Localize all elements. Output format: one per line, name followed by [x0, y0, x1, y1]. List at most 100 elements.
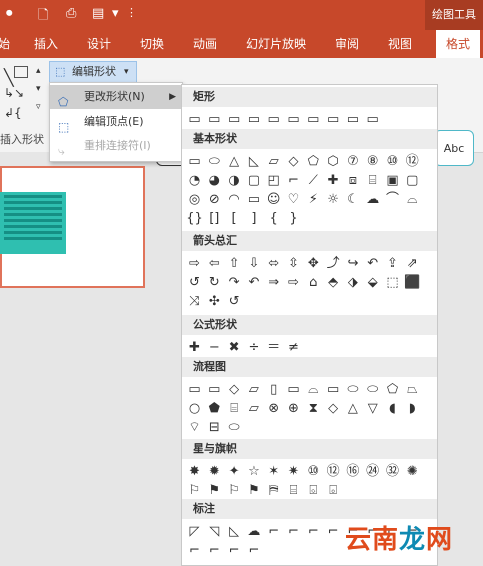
shape-option-icon[interactable]: ⌸	[285, 482, 302, 499]
shape-option-icon[interactable]: [	[226, 210, 243, 227]
shape-option-icon[interactable]: ⌐	[305, 523, 322, 540]
shape-option-icon[interactable]: −	[206, 339, 223, 356]
shape-option-icon[interactable]: ▭	[245, 191, 262, 208]
shape-option-icon[interactable]: ≠	[285, 339, 302, 356]
shape-option-icon[interactable]: ▭	[344, 111, 361, 128]
shape-option-icon[interactable]: ⊗	[265, 400, 282, 417]
shape-option-icon[interactable]: ✥	[305, 255, 322, 272]
shape-option-icon[interactable]: △	[226, 153, 243, 170]
tab-home[interactable]: 始	[0, 30, 10, 58]
shape-option-icon[interactable]: ⑫	[325, 463, 342, 480]
shape-option-icon[interactable]: ↷	[226, 274, 243, 291]
shape-option-icon[interactable]: ▽	[364, 400, 381, 417]
record-icon[interactable]: ⏺	[6, 6, 13, 21]
shape-option-icon[interactable]: ⬭	[206, 153, 223, 170]
shape-option-icon[interactable]: ↪	[344, 255, 361, 272]
shape-option-icon[interactable]: ⬭	[364, 381, 381, 398]
shape-option-icon[interactable]: ⌓	[404, 191, 421, 208]
shape-option-icon[interactable]: ⇧	[226, 255, 243, 272]
shape-option-icon[interactable]: ⇦	[206, 255, 223, 272]
menu-item-change-shape[interactable]: ⬠ 更改形状(N) ▶	[50, 85, 182, 109]
shape-option-icon[interactable]: ⌐	[226, 542, 243, 559]
shape-option-icon[interactable]: ◇	[325, 400, 342, 417]
shape-option-icon[interactable]: ⇨	[186, 255, 203, 272]
shape-option-icon[interactable]: ⬄	[265, 255, 282, 272]
shape-option-icon[interactable]: ⌺	[305, 482, 322, 499]
shape-option-icon[interactable]: ✸	[186, 463, 203, 480]
shape-option-icon[interactable]: ☺	[265, 191, 282, 208]
shape-option-icon[interactable]: {	[265, 210, 282, 227]
shape-option-icon[interactable]: ⇨	[285, 274, 302, 291]
shape-option-icon[interactable]: ✚	[325, 172, 342, 189]
shape-option-icon[interactable]: ☁	[364, 191, 381, 208]
shape-option-icon[interactable]: ✺	[404, 463, 421, 480]
shape-option-icon[interactable]: ↶	[364, 255, 381, 272]
shape-option-icon[interactable]: ◠	[226, 191, 243, 208]
screenshot-icon[interactable]: ▤	[92, 6, 104, 21]
shape-option-icon[interactable]: ▭	[186, 381, 203, 398]
curve-connector-icon[interactable]: ↲{	[4, 106, 28, 120]
shape-option-icon[interactable]: ⌸	[226, 400, 243, 417]
shape-option-icon[interactable]: ＝	[265, 339, 282, 356]
more-icon[interactable]: ⋮	[126, 6, 137, 19]
shape-option-icon[interactable]: ▭	[206, 381, 223, 398]
shape-option-icon[interactable]: []	[206, 210, 223, 227]
menu-item-edit-points[interactable]: ⬚ 编辑顶点(E)	[50, 110, 182, 134]
shape-option-icon[interactable]: ⑦	[344, 153, 361, 170]
shape-option-icon[interactable]: ◇	[285, 153, 302, 170]
shape-option-icon[interactable]: ▭	[285, 381, 302, 398]
shape-option-icon[interactable]: ♡	[285, 191, 302, 208]
shape-option-icon[interactable]: ⇩	[245, 255, 262, 272]
shape-option-icon[interactable]: ⌒	[384, 191, 401, 208]
dropdown-icon[interactable]: ▾	[112, 6, 119, 21]
elbow-connector-icon[interactable]: ↳↘	[4, 86, 28, 100]
line-shape-icon[interactable]: ╲	[4, 68, 14, 87]
shape-option-icon[interactable]: ⑩	[384, 153, 401, 170]
shape-option-icon[interactable]: ▭	[364, 111, 381, 128]
shape-option-icon[interactable]: ▢	[404, 172, 421, 189]
print-preview-icon[interactable]: ⎙	[66, 6, 76, 21]
shape-option-icon[interactable]: ⤨	[186, 293, 203, 310]
shape-option-icon[interactable]: ⌂	[305, 274, 322, 291]
tab-design[interactable]: 设计	[87, 30, 111, 58]
shape-option-icon[interactable]: ▱	[265, 153, 282, 170]
shape-option-icon[interactable]: ⬠	[384, 381, 401, 398]
tab-slideshow[interactable]: 幻灯片放映	[246, 30, 306, 58]
tab-animations[interactable]: 动画	[193, 30, 217, 58]
shape-option-icon[interactable]: ⛿	[265, 482, 282, 499]
shape-option-icon[interactable]: ▭	[245, 111, 262, 128]
shape-option-icon[interactable]: ▭	[206, 111, 223, 128]
shape-option-icon[interactable]: ⚑	[245, 482, 262, 499]
shape-option-icon[interactable]: ⬭	[344, 381, 361, 398]
shape-option-icon[interactable]: ◰	[265, 172, 282, 189]
shape-option-icon[interactable]: ▱	[245, 381, 262, 398]
shape-option-icon[interactable]: ☾	[344, 191, 361, 208]
shape-option-icon[interactable]: ⬟	[206, 400, 223, 417]
shape-option-icon[interactable]: ◎	[186, 191, 203, 208]
shape-option-icon[interactable]: ▭	[186, 111, 203, 128]
shape-option-icon[interactable]: ⑫	[404, 153, 421, 170]
shape-option-icon[interactable]: ✦	[226, 463, 243, 480]
shape-option-icon[interactable]: ⇪	[384, 255, 401, 272]
shape-option-icon[interactable]: ◕	[206, 172, 223, 189]
shape-option-icon[interactable]: ⤴	[325, 255, 342, 272]
tab-review[interactable]: 审阅	[335, 30, 359, 58]
shape-option-icon[interactable]: ⚡	[305, 191, 322, 208]
shape-option-icon[interactable]: ⌐	[245, 542, 262, 559]
rect-shape-icon[interactable]	[14, 66, 28, 78]
shape-option-icon[interactable]: ⌐	[186, 542, 203, 559]
style-preset-abc[interactable]: Abc	[434, 130, 474, 166]
shape-option-icon[interactable]: ⏥	[245, 400, 262, 417]
shape-option-icon[interactable]: ⌐	[206, 542, 223, 559]
shape-option-icon[interactable]: ▭	[285, 111, 302, 128]
tab-transitions[interactable]: 切换	[140, 30, 164, 58]
shape-option-icon[interactable]: ✹	[206, 463, 223, 480]
shape-option-icon[interactable]: ⑩	[305, 463, 322, 480]
shape-option-icon[interactable]: ✷	[285, 463, 302, 480]
shape-option-icon[interactable]: ⌓	[305, 381, 322, 398]
shape-option-icon[interactable]: ⊟	[206, 419, 223, 436]
shape-option-icon[interactable]: ⌐	[265, 523, 282, 540]
shape-option-icon[interactable]: ◖	[384, 400, 401, 417]
shape-option-icon[interactable]: ▭	[186, 153, 203, 170]
shape-option-icon[interactable]: ㉔	[364, 463, 381, 480]
